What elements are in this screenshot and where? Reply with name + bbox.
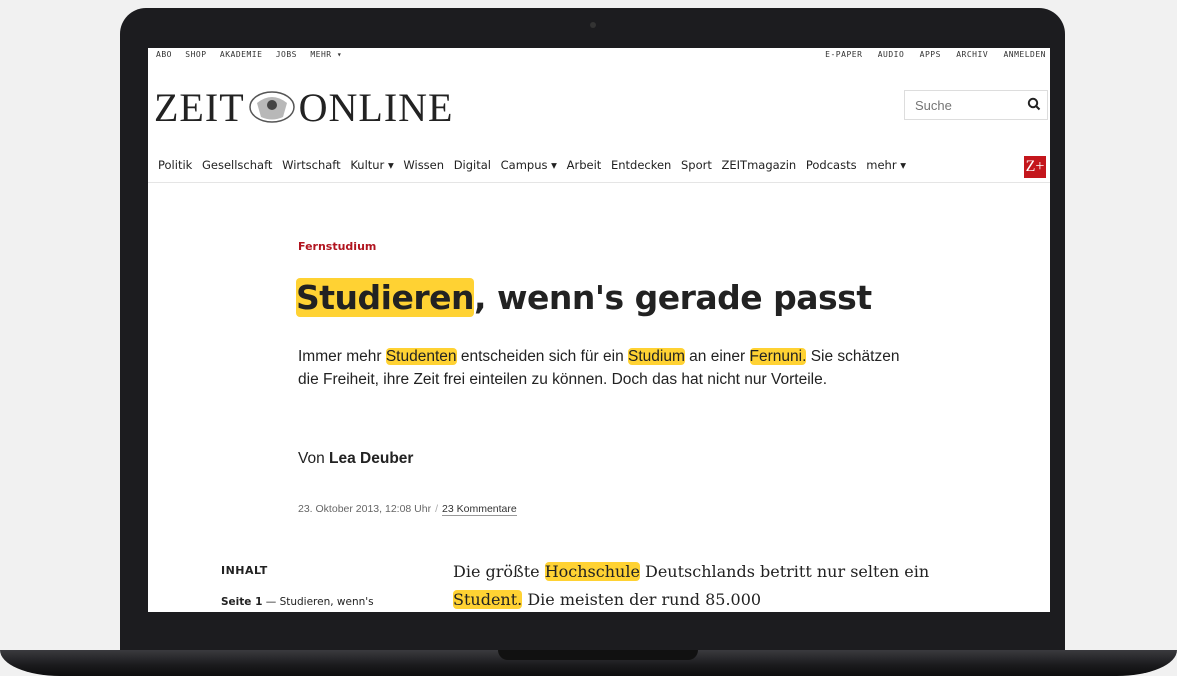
author-name-link[interactable]: Lea Deuber bbox=[329, 450, 413, 467]
link-anmelden[interactable]: ANMELDEN bbox=[1003, 50, 1046, 59]
link-audio[interactable]: AUDIO bbox=[878, 50, 905, 59]
lead-highlight: Studenten bbox=[385, 348, 457, 365]
zeit-online-logo[interactable]: ZEIT ONLINE bbox=[154, 84, 453, 131]
utility-links-left: ABO SHOP AKADEMIE JOBS MEHR ▾ bbox=[156, 50, 350, 59]
toc-page-text: — Studieren, wenn's bbox=[262, 596, 374, 608]
nav-item-sport[interactable]: Sport bbox=[681, 158, 712, 172]
link-jobs[interactable]: JOBS bbox=[276, 50, 297, 59]
link-epaper[interactable]: E-PAPER bbox=[825, 50, 862, 59]
nav-item-wissen[interactable]: Wissen bbox=[403, 158, 444, 172]
article-meta: 23. Oktober 2013, 12:08 Uhr/23 Kommentar… bbox=[298, 503, 517, 516]
lead-highlight: Fernuni. bbox=[749, 348, 807, 365]
browser-screen: ABO SHOP AKADEMIE JOBS MEHR ▾ E-PAPER AU… bbox=[148, 48, 1050, 612]
utility-links-right: E-PAPER AUDIO APPS ARCHIV ANMELDEN bbox=[815, 50, 1046, 59]
logo-text-zeit: ZEIT bbox=[154, 85, 245, 130]
logo-text-online: ONLINE bbox=[298, 85, 454, 130]
nav-item-campus[interactable]: Campus ▾ bbox=[501, 158, 557, 172]
author-prefix: Von bbox=[298, 450, 330, 467]
nav-item-politik[interactable]: Politik bbox=[158, 158, 192, 172]
nav-item-arbeit[interactable]: Arbeit bbox=[567, 158, 602, 172]
link-shop[interactable]: SHOP bbox=[185, 50, 206, 59]
nav-item-kultur[interactable]: Kultur ▾ bbox=[350, 158, 393, 172]
article-headline: Studieren, wenn's gerade passt bbox=[296, 278, 872, 317]
body-text: Die meisten der rund 85.000 bbox=[522, 590, 762, 609]
laptop-bezel bbox=[120, 612, 1065, 652]
top-utility-bar: ABO SHOP AKADEMIE JOBS MEHR ▾ E-PAPER AU… bbox=[148, 48, 1050, 62]
lead-text: an einer bbox=[684, 348, 750, 365]
body-text: Die größte bbox=[453, 562, 545, 581]
headline-highlight: Studieren bbox=[296, 278, 475, 317]
lead-highlight: Studium bbox=[628, 348, 685, 365]
article-kicker: Fernstudium bbox=[298, 240, 377, 253]
toc-page-label: Seite 1 bbox=[221, 596, 263, 608]
meta-separator: / bbox=[435, 503, 439, 515]
search-icon[interactable] bbox=[1027, 97, 1041, 111]
link-akademie[interactable]: AKADEMIE bbox=[220, 50, 263, 59]
lead-text: entscheiden sich für ein bbox=[456, 348, 628, 365]
link-apps[interactable]: APPS bbox=[920, 50, 941, 59]
toc-title: INHALT bbox=[221, 564, 268, 577]
link-mehr[interactable]: MEHR ▾ bbox=[310, 50, 342, 59]
article-body: Die größte Hochschule Deutschlands betri… bbox=[453, 558, 933, 612]
link-abo[interactable]: ABO bbox=[156, 50, 172, 59]
camera-icon bbox=[590, 22, 596, 28]
body-text: Deutschlands betritt nur selten ein bbox=[639, 562, 930, 581]
article-author: Von Lea Deuber bbox=[298, 450, 413, 468]
nav-item-zeitmagazin[interactable]: ZEITmagazin bbox=[722, 158, 797, 172]
search-input[interactable] bbox=[913, 91, 1017, 119]
laptop-notch bbox=[498, 650, 698, 660]
toc-item-page-1[interactable]: Seite 1 — Studieren, wenn's bbox=[221, 596, 374, 608]
search-box bbox=[904, 90, 1048, 120]
lead-text: Immer mehr bbox=[298, 348, 386, 365]
nav-item-gesellschaft[interactable]: Gesellschaft bbox=[202, 158, 272, 172]
nav-item-podcasts[interactable]: Podcasts bbox=[806, 158, 857, 172]
nav-item-wirtschaft[interactable]: Wirtschaft bbox=[282, 158, 341, 172]
nav-item-mehr[interactable]: mehr ▾ bbox=[866, 158, 906, 172]
link-archiv[interactable]: ARCHIV bbox=[956, 50, 988, 59]
body-highlight: Student. bbox=[453, 590, 523, 609]
body-highlight: Hochschule bbox=[544, 562, 640, 581]
nav-divider bbox=[148, 182, 1050, 183]
zplus-badge[interactable]: Z+ bbox=[1024, 156, 1046, 178]
article-date: 23. Oktober 2013, 12:08 Uhr bbox=[298, 503, 432, 515]
nav-item-entdecken[interactable]: Entdecken bbox=[611, 158, 671, 172]
eagle-emblem-icon bbox=[248, 91, 295, 123]
comments-link[interactable]: 23 Kommentare bbox=[442, 503, 517, 516]
nav-item-digital[interactable]: Digital bbox=[454, 158, 491, 172]
headline-rest: , wenn's gerade passt bbox=[474, 278, 872, 317]
article-lead: Immer mehr Studenten entscheiden sich fü… bbox=[298, 345, 918, 391]
main-navigation: Politik Gesellschaft Wirtschaft Kultur ▾… bbox=[158, 158, 1050, 182]
